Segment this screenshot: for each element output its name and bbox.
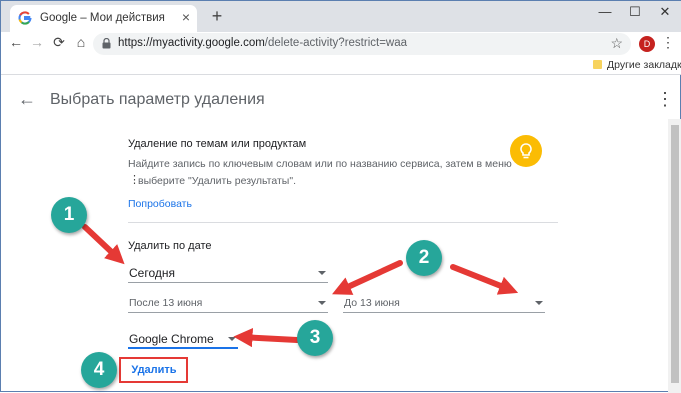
delete-button[interactable]: Удалить [125, 362, 183, 381]
delete-by-date-heading: Удалить по дате [128, 240, 212, 252]
chevron-down-icon [318, 271, 326, 275]
reload-button[interactable]: ⟳ [50, 34, 68, 51]
page-menu-icon[interactable]: ⋮ [656, 89, 674, 110]
annotation-badge-4: 4 [81, 352, 117, 388]
minimize-button[interactable]: — [594, 4, 616, 24]
bookmark-star-icon[interactable]: ☆ [610, 35, 623, 52]
chevron-down-icon [535, 301, 543, 305]
section-divider [128, 222, 558, 223]
after-date-value: После 13 июня [129, 297, 203, 309]
forward-button[interactable]: → [28, 34, 46, 50]
other-bookmarks-folder[interactable]: Другие закладки [593, 59, 681, 71]
before-date-select[interactable]: До 13 июня [343, 293, 545, 313]
scrollbar-thumb[interactable] [671, 125, 679, 383]
maximize-button[interactable]: ☐ [624, 4, 646, 24]
tab-close-icon[interactable]: × [178, 9, 194, 25]
lightbulb-icon [510, 135, 542, 167]
address-bar[interactable]: https://myactivity.google.com/delete-act… [93, 33, 631, 55]
close-window-button[interactable]: ✕ [654, 4, 676, 24]
after-date-select[interactable]: После 13 июня [128, 293, 328, 313]
arrow-3 [233, 328, 300, 348]
page-title: Выбрать параметр удаления [50, 91, 265, 108]
active-tab[interactable]: Google – Мои действия × [10, 5, 197, 32]
lock-icon [102, 38, 111, 49]
topics-hint-line1: Найдите запись по ключевым словам или по… [128, 158, 512, 170]
chevron-down-icon [318, 301, 326, 305]
annotation-badge-3: 3 [297, 320, 333, 356]
annotation-badge-1: 1 [51, 197, 87, 233]
other-bookmarks-label: Другие закладки [607, 59, 681, 71]
browser-window: Google – Мои действия × + — ☐ ✕ ← → ⟳ ⌂ … [0, 0, 681, 393]
url-host: https://myactivity.google.com [118, 37, 265, 49]
browser-toolbar: ← → ⟳ ⌂ https://myactivity.google.com/de… [1, 32, 681, 56]
arrow-2-right [450, 264, 519, 295]
tab-title: Google – Мои действия [40, 12, 165, 24]
folder-icon [593, 60, 602, 69]
browser-menu-icon[interactable]: ⋮ [661, 34, 675, 51]
topics-heading: Удаление по темам или продуктам [128, 138, 307, 150]
page-back-arrow-icon[interactable]: ← [18, 89, 36, 110]
tab-strip: Google – Мои действия × + — ☐ ✕ [1, 1, 681, 32]
arrow-2-left [332, 260, 403, 295]
new-tab-button[interactable]: + [207, 6, 227, 27]
url-path: /delete-activity?restrict=waa [264, 37, 408, 49]
topics-hint-line2: выберите "Удалить результаты". [138, 175, 296, 187]
url-text: https://myactivity.google.com/delete-act… [118, 37, 407, 49]
product-select[interactable]: Google Chrome [128, 329, 238, 349]
chevron-down-icon [228, 337, 236, 341]
profile-avatar[interactable]: D [639, 36, 655, 52]
product-value: Google Chrome [129, 332, 214, 346]
arrow-1 [82, 224, 125, 265]
annotation-badge-2: 2 [406, 240, 442, 276]
before-date-value: До 13 июня [344, 297, 400, 309]
bookmarks-bar: Другие закладки [1, 56, 681, 75]
period-value: Сегодня [129, 266, 175, 280]
period-select[interactable]: Сегодня [128, 263, 328, 283]
back-button[interactable]: ← [7, 34, 25, 50]
home-button[interactable]: ⌂ [72, 34, 90, 50]
google-favicon-icon [18, 11, 32, 25]
try-link[interactable]: Попробовать [128, 198, 192, 210]
